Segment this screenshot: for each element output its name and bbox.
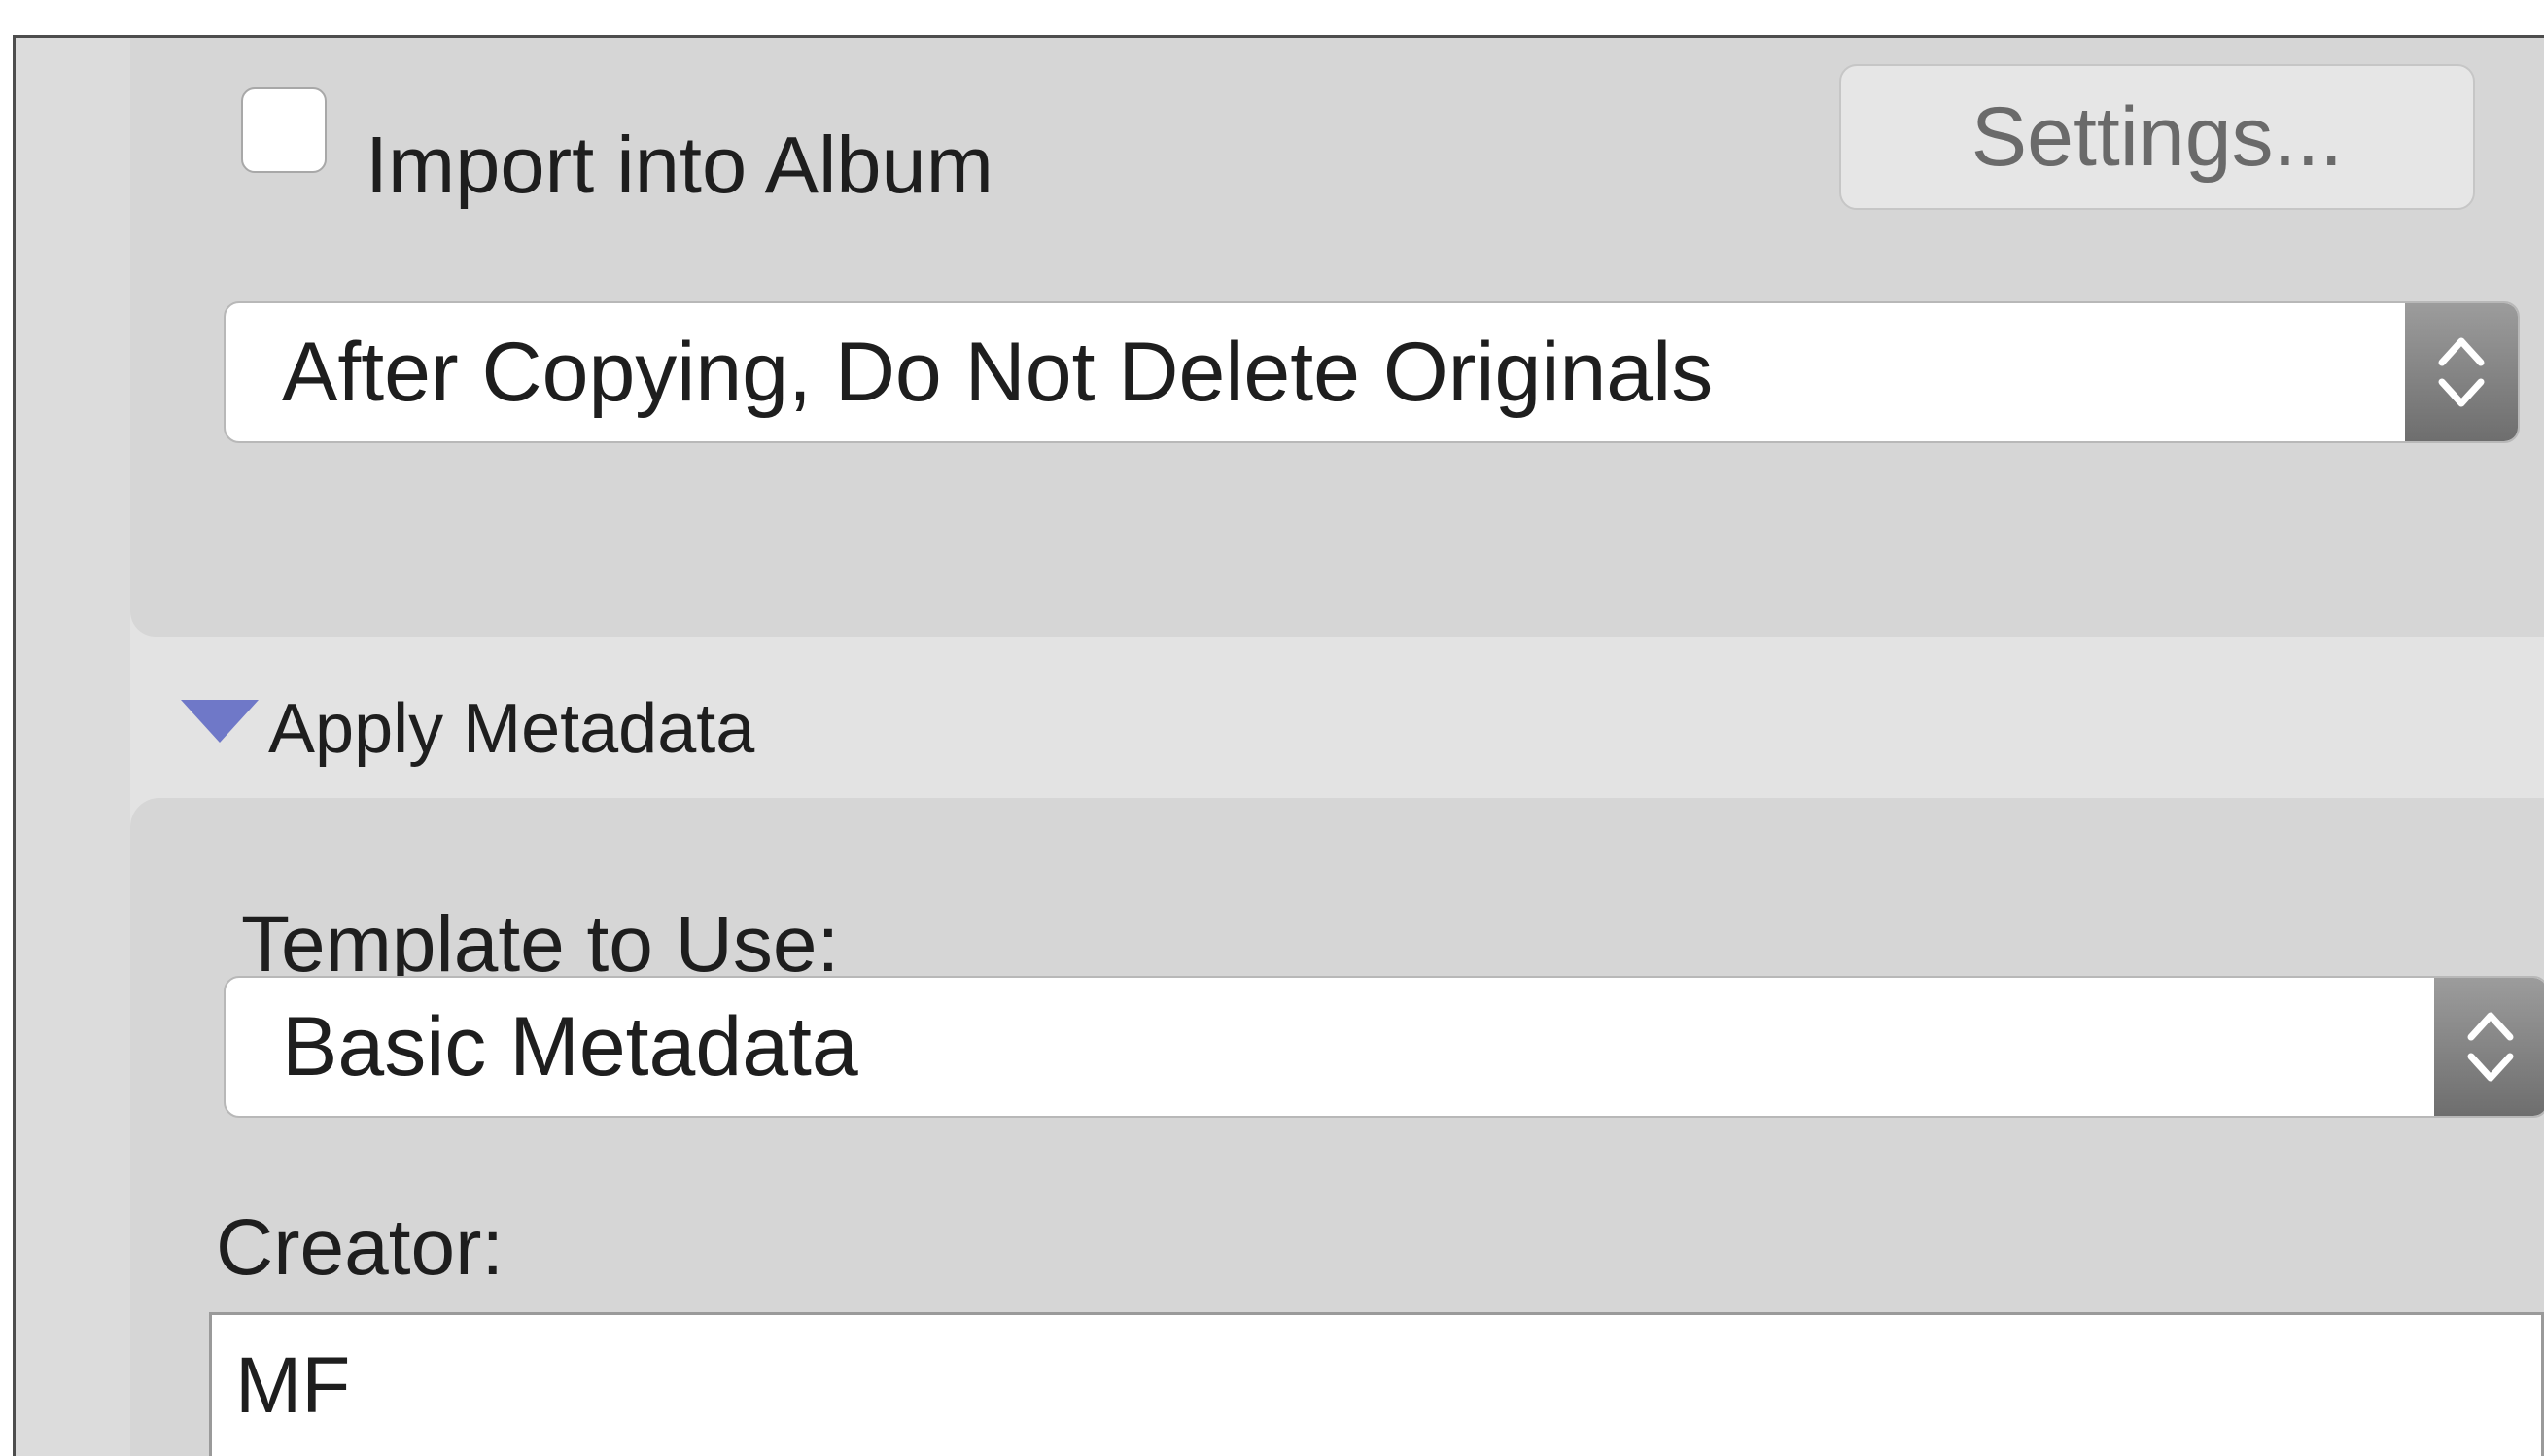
creator-label: Creator:	[216, 1203, 505, 1292]
disclosure-triangle-down-icon[interactable]	[181, 700, 259, 743]
import-into-album-checkbox[interactable]	[241, 87, 327, 173]
settings-button[interactable]: Settings...	[1839, 64, 2475, 210]
apply-metadata-header[interactable]: Apply Metadata	[268, 680, 754, 778]
delete-originals-value: After Copying, Do Not Delete Originals	[282, 326, 1714, 419]
template-popup[interactable]: Basic Metadata	[224, 976, 2544, 1118]
template-value: Basic Metadata	[282, 1000, 858, 1093]
delete-originals-popup[interactable]: After Copying, Do Not Delete Originals	[224, 301, 2520, 443]
sidebar-edge	[16, 38, 130, 1456]
up-down-chevron-icon[interactable]	[2405, 303, 2518, 441]
creator-field[interactable]	[209, 1312, 2544, 1456]
up-down-chevron-icon[interactable]	[2434, 978, 2544, 1116]
import-into-album-label[interactable]: Import into Album	[366, 117, 993, 214]
